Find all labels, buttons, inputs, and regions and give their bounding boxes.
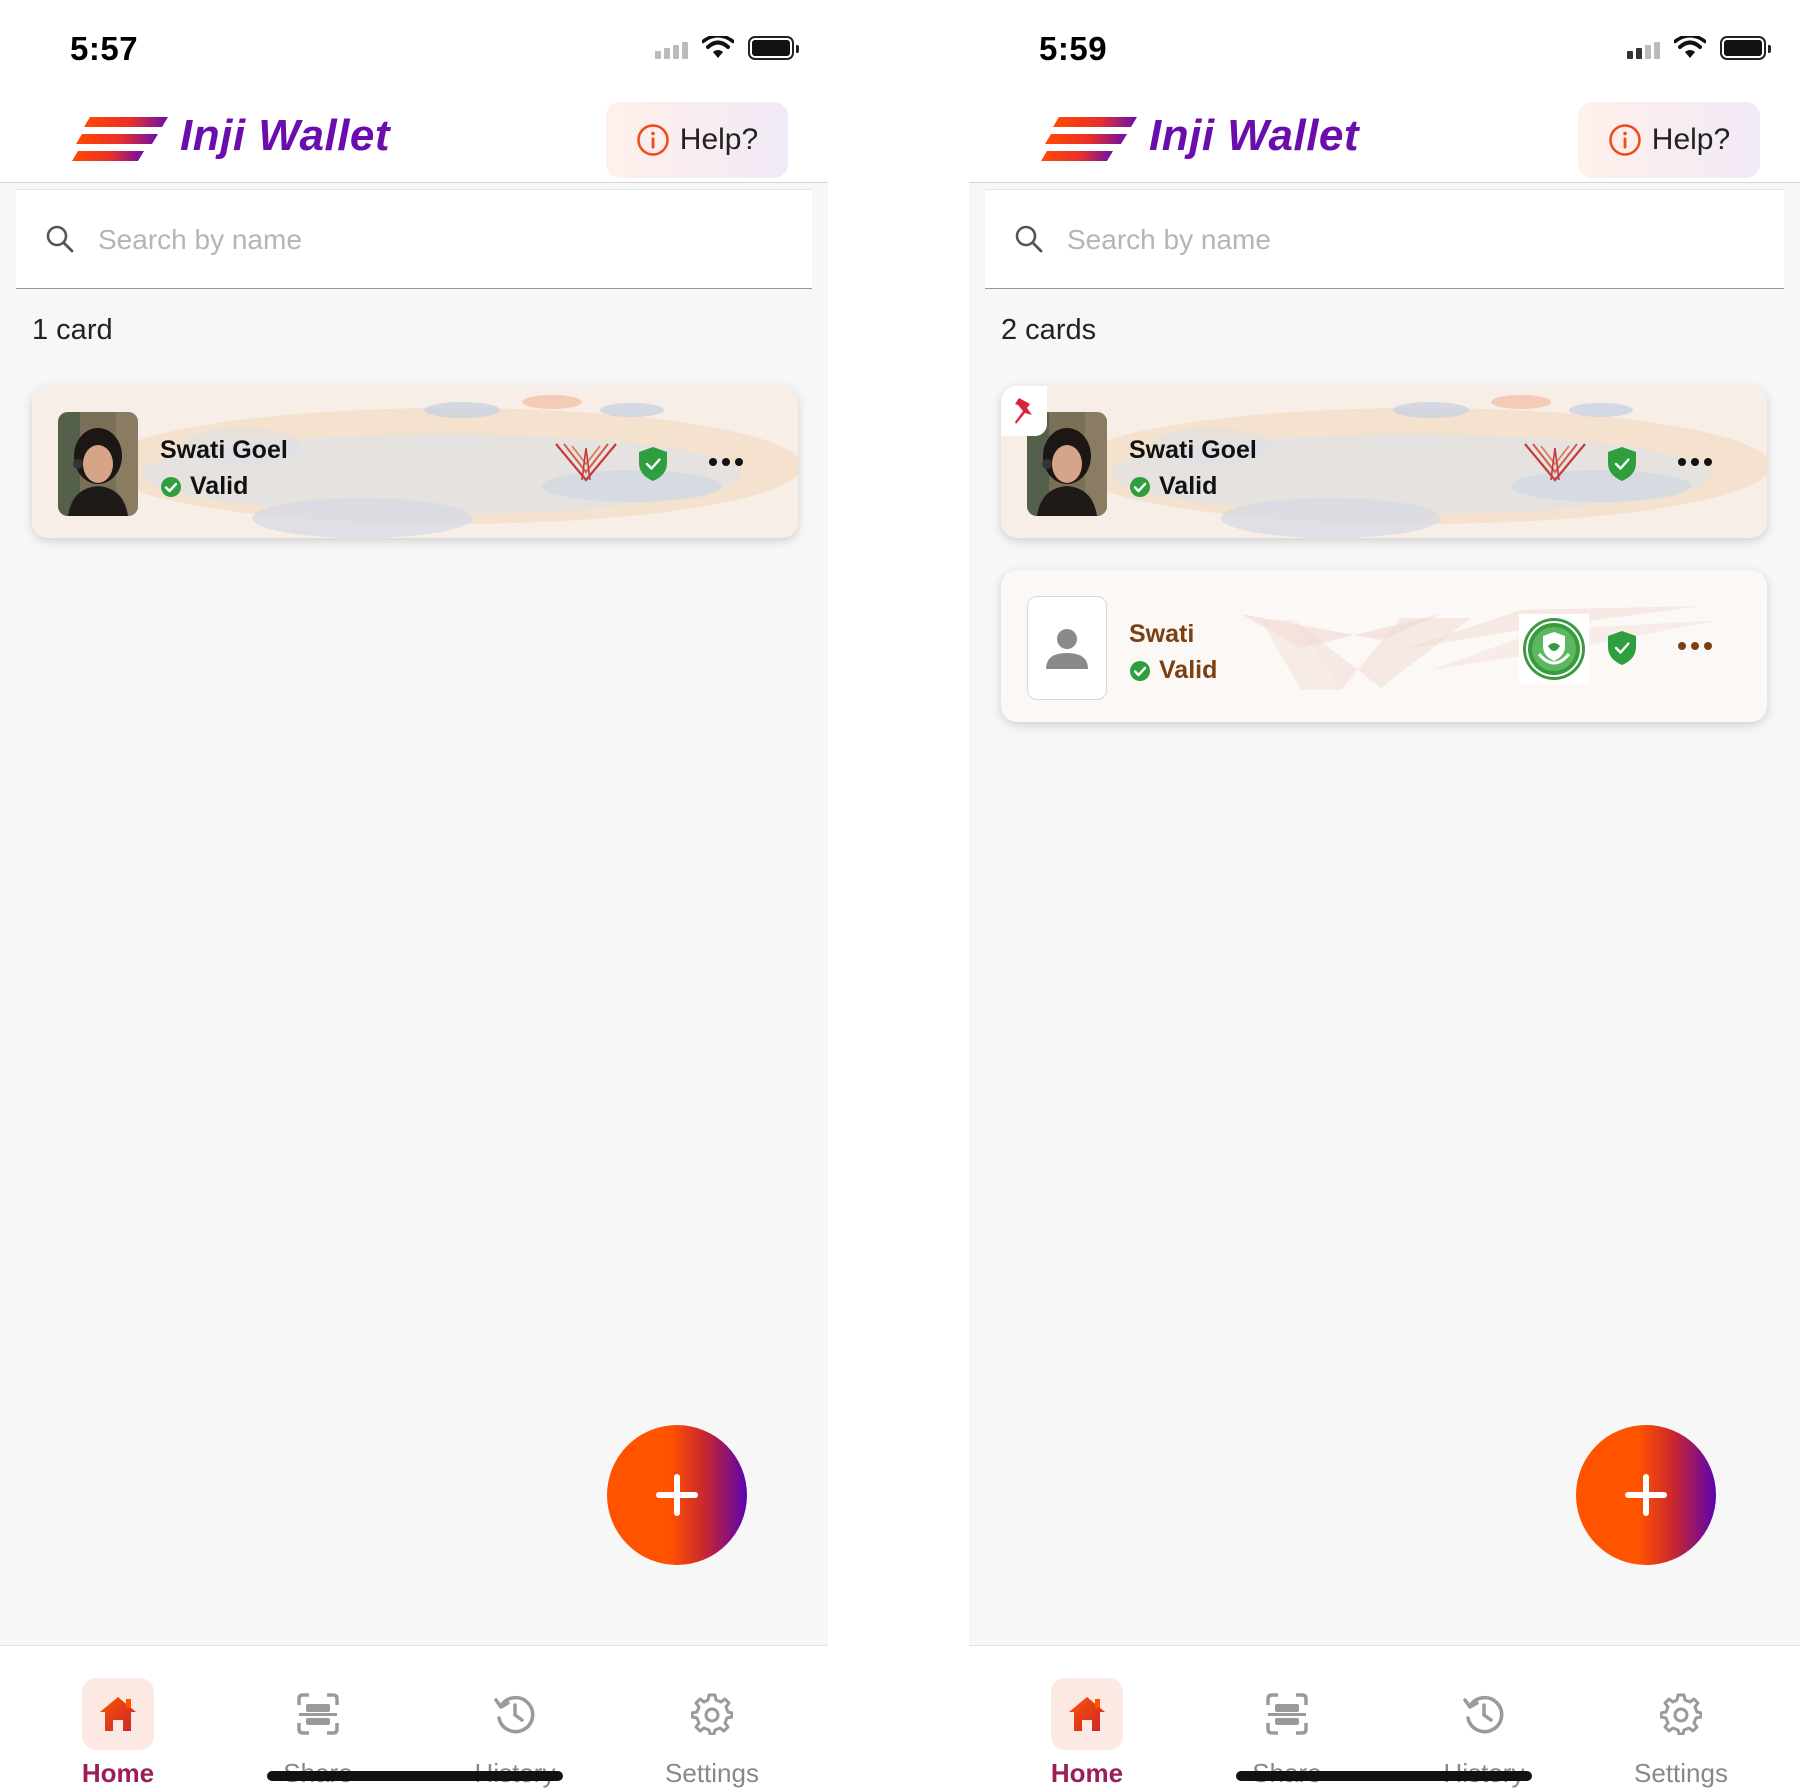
history-icon — [494, 1695, 535, 1734]
credential-card[interactable]: Swati Goel Valid — [32, 386, 798, 538]
more-icon — [709, 458, 743, 466]
more-options-button[interactable] — [1673, 632, 1717, 660]
card-status: Valid — [1129, 656, 1217, 685]
more-icon — [1678, 458, 1712, 466]
gear-icon — [691, 1693, 733, 1735]
inji-logo-icon — [72, 117, 168, 161]
search-icon — [1015, 225, 1043, 253]
battery-icon — [748, 36, 799, 60]
add-card-button[interactable] — [1576, 1425, 1716, 1565]
nav-item-home[interactable]: Home — [33, 1678, 203, 1789]
valid-check-icon — [1130, 476, 1150, 497]
card-holder-name: Swati Goel — [160, 436, 288, 464]
status-icons — [1627, 36, 1771, 60]
add-card-button[interactable] — [607, 1425, 747, 1565]
phone-screen-left: 5:57 Inji Wallet Help? Search by name 1 … — [0, 0, 828, 1792]
green-issuer-logo-icon — [1519, 614, 1589, 684]
status-time: 5:59 — [1039, 30, 1108, 67]
nav-label-home: Home — [81, 1758, 155, 1788]
card-holder-name: Swati — [1129, 620, 1195, 648]
credential-card[interactable]: Swati Valid — [1001, 570, 1767, 722]
home-indicator — [1236, 1771, 1532, 1781]
mosip-logo-icon — [555, 443, 617, 482]
bottom-navigation: Home Share — [0, 1645, 828, 1792]
cellular-signal-icon — [1627, 37, 1660, 59]
home-icon — [1069, 1697, 1105, 1731]
gear-icon — [1660, 1693, 1702, 1735]
profile-photo — [58, 412, 138, 516]
profile-placeholder — [1027, 596, 1107, 700]
pin-icon — [1015, 398, 1032, 424]
credential-card[interactable]: Swati Goel Valid — [1001, 386, 1767, 538]
valid-label: Valid — [1159, 656, 1218, 684]
info-icon — [637, 124, 669, 156]
inji-logo-icon — [1041, 117, 1137, 161]
wifi-icon — [1674, 36, 1706, 58]
wifi-icon — [702, 36, 734, 58]
plus-icon — [656, 1474, 698, 1516]
card-background-pattern — [1071, 395, 1767, 538]
search-icon — [46, 225, 74, 253]
app-title: Inji Wallet — [180, 111, 391, 160]
valid-check-icon — [1130, 660, 1150, 681]
mosip-logo-icon — [1524, 443, 1586, 482]
history-icon — [1463, 1695, 1504, 1734]
status-bar: 5:59 — [969, 0, 1800, 95]
plus-icon — [1625, 1474, 1667, 1516]
nav-label-home: Home — [1050, 1758, 1124, 1788]
scan-icon — [1266, 1693, 1308, 1735]
home-indicator — [267, 1771, 563, 1781]
help-button[interactable]: Help? — [606, 102, 788, 178]
search-bar — [16, 189, 812, 289]
card-holder-name: Swati Goel — [1129, 436, 1257, 464]
battery-icon — [1720, 36, 1771, 60]
valid-check-icon — [161, 476, 181, 497]
scan-icon — [297, 1693, 339, 1735]
verified-shield-icon — [1608, 631, 1636, 665]
nav-item-settings[interactable]: Settings — [1596, 1678, 1766, 1789]
search-input[interactable] — [1067, 215, 1667, 265]
card-count: 2 cards — [1001, 314, 1097, 346]
home-icon — [100, 1697, 136, 1731]
status-bar: 5:57 — [0, 0, 828, 95]
more-options-button[interactable] — [1673, 448, 1717, 476]
pinned-badge — [1001, 386, 1047, 436]
canvas: 5:57 Inji Wallet Help? Search by name 1 … — [0, 0, 1800, 1792]
status-icons — [655, 36, 799, 60]
app-header: Inji Wallet Help? — [0, 95, 828, 183]
help-label: Help? — [679, 123, 759, 156]
nav-item-home[interactable]: Home — [1002, 1678, 1172, 1789]
card-count: 1 card — [32, 314, 113, 346]
bottom-navigation: Home Share — [969, 1645, 1800, 1792]
card-background-pattern — [102, 395, 798, 538]
person-icon — [1046, 629, 1088, 669]
info-icon — [1609, 124, 1641, 156]
phone-screen-right: 5:59 Inji Wallet Help? Search by name 2 … — [969, 0, 1800, 1792]
status-time: 5:57 — [70, 30, 139, 67]
more-options-button[interactable] — [704, 448, 748, 476]
nav-item-settings[interactable]: Settings — [627, 1678, 797, 1789]
nav-label-settings: Settings — [1634, 1758, 1728, 1788]
cellular-signal-icon — [655, 37, 688, 59]
search-bar — [985, 189, 1784, 289]
card-background-pattern — [1241, 606, 1721, 690]
app-header: Inji Wallet Help? — [969, 95, 1800, 183]
help-label: Help? — [1651, 123, 1731, 156]
app-title: Inji Wallet — [1149, 111, 1360, 160]
card-status: Valid — [160, 472, 248, 501]
valid-label: Valid — [1159, 472, 1218, 500]
card-status: Valid — [1129, 472, 1217, 501]
more-icon — [1678, 642, 1712, 650]
nav-label-settings: Settings — [665, 1758, 759, 1788]
help-button[interactable]: Help? — [1578, 102, 1760, 178]
valid-label: Valid — [190, 472, 249, 500]
verified-shield-icon — [1608, 447, 1636, 481]
search-input[interactable] — [98, 215, 698, 265]
verified-shield-icon — [639, 447, 667, 481]
